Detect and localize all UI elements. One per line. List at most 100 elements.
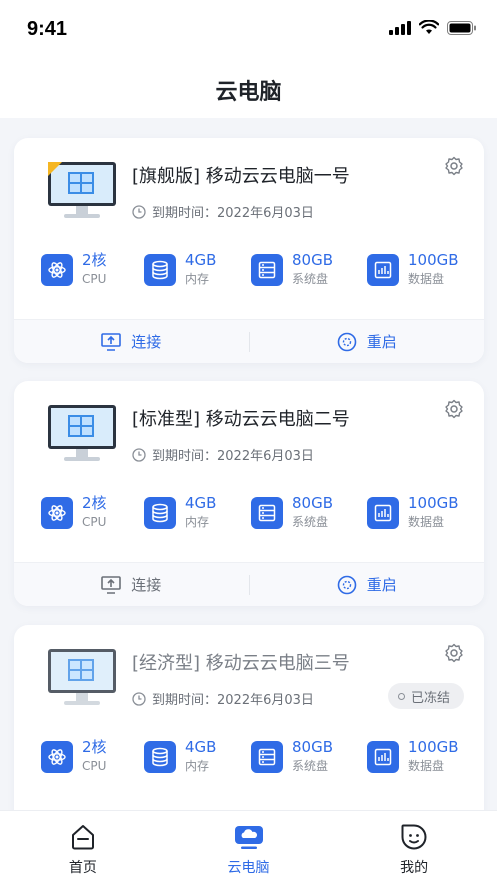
signal-icon <box>389 20 411 35</box>
spec-value: 80GB <box>292 494 334 512</box>
spec-value: 2核 <box>82 251 107 269</box>
restart-button[interactable]: 重启 <box>250 563 485 607</box>
spec-row: 2核 CPU 4GB 内存 80GB 系统盘 100GB 数据盘 <box>14 493 484 537</box>
spec-label: 系统盘 <box>292 759 329 773</box>
card-title: [旗舰版] 移动云云电脑一号 <box>132 166 350 187</box>
battery-icon <box>447 20 476 35</box>
spec-value: 4GB <box>185 738 217 756</box>
status-bar: 9:41 <box>0 0 497 62</box>
spec-label: CPU <box>82 515 107 529</box>
connect-label: 连接 <box>131 333 162 351</box>
spec-label: CPU <box>82 759 107 773</box>
connect-label: 连接 <box>131 576 162 594</box>
spec-value: 2核 <box>82 494 107 512</box>
clock-icon <box>132 691 146 706</box>
clock-icon <box>132 447 146 462</box>
spec-data-disk: 100GB 数据盘 <box>367 250 459 294</box>
cloud-pc-card[interactable]: [标准型] 移动云云电脑二号 到期时间：2022年6月03日 2核 CPU 4G… <box>14 381 484 606</box>
spec-data-disk: 100GB 数据盘 <box>367 737 459 781</box>
tab-profile[interactable]: 我的 <box>331 811 497 883</box>
restart-label: 重启 <box>366 333 397 351</box>
spec-system-disk: 80GB 系统盘 <box>251 737 333 781</box>
data-disk-icon <box>367 497 399 529</box>
spec-label: 系统盘 <box>292 515 329 529</box>
card-actions: 连接 重启 <box>14 562 484 606</box>
system-disk-icon <box>251 741 283 773</box>
spec-value: 4GB <box>185 251 217 269</box>
spec-label: 系统盘 <box>292 272 329 286</box>
cloud-pc-card[interactable]: [旗舰版] 移动云云电脑一号 到期时间：2022年6月03日 2核 CPU 4G… <box>14 138 484 363</box>
computer-icon <box>48 649 116 705</box>
expire-text: 到期时间：2022年6月03日 <box>152 693 314 708</box>
spec-cpu: 2核 CPU <box>41 737 107 781</box>
spec-cpu: 2核 CPU <box>41 250 107 294</box>
spec-label: 数据盘 <box>408 272 445 286</box>
connect-button[interactable]: 连接 <box>14 320 249 364</box>
tab-home[interactable]: 首页 <box>0 811 166 883</box>
card-title: [经济型] 移动云云电脑三号 <box>132 653 350 674</box>
gear-icon[interactable] <box>444 156 464 176</box>
spec-value: 100GB <box>408 738 459 756</box>
spec-cpu: 2核 CPU <box>41 493 107 537</box>
connect-icon <box>101 332 122 351</box>
card-title: [标准型] 移动云云电脑二号 <box>132 409 350 430</box>
connect-icon <box>101 575 122 594</box>
tab-label: 首页 <box>68 860 97 876</box>
spec-value: 80GB <box>292 251 334 269</box>
spec-label: 数据盘 <box>408 515 445 529</box>
status-badge-label: 已冻结 <box>410 690 450 706</box>
data-disk-icon <box>367 741 399 773</box>
spec-label: 内存 <box>185 272 210 286</box>
cloud-pc-card[interactable]: [经济型] 移动云云电脑三号 到期时间：2022年6月03日 已冻结 2核 CPU <box>14 625 484 810</box>
system-disk-icon <box>251 254 283 286</box>
restart-button[interactable]: 重启 <box>250 320 485 364</box>
expire-date: 到期时间：2022年6月03日 <box>132 689 314 708</box>
gear-icon[interactable] <box>444 643 464 663</box>
page-title: 云电脑 <box>215 80 282 105</box>
spec-value: 2核 <box>82 738 107 756</box>
spec-system-disk: 80GB 系统盘 <box>251 493 333 537</box>
spec-memory: 4GB 内存 <box>144 250 216 294</box>
restart-icon <box>337 575 357 594</box>
spec-value: 100GB <box>408 494 459 512</box>
memory-icon <box>144 497 176 529</box>
expire-date: 到期时间：2022年6月03日 <box>132 202 314 221</box>
computer-icon <box>48 405 116 461</box>
nav-bar: 云电脑 <box>0 62 497 118</box>
spec-value: 80GB <box>292 738 334 756</box>
memory-icon <box>144 741 176 773</box>
expire-date: 到期时间：2022年6月03日 <box>132 445 314 464</box>
expire-text: 到期时间：2022年6月03日 <box>152 206 314 221</box>
data-disk-icon <box>367 254 399 286</box>
spec-memory: 4GB 内存 <box>144 737 216 781</box>
cloud-pc-list[interactable]: [旗舰版] 移动云云电脑一号 到期时间：2022年6月03日 2核 CPU 4G… <box>0 118 497 810</box>
tab-cloud-pc[interactable]: 云电脑 <box>166 811 332 883</box>
restart-label: 重启 <box>366 576 397 594</box>
spec-label: 内存 <box>185 515 210 529</box>
spec-label: CPU <box>82 272 107 286</box>
spec-memory: 4GB 内存 <box>144 493 216 537</box>
spec-label: 内存 <box>185 759 210 773</box>
cloud-pc-icon <box>234 826 263 849</box>
tab-label: 我的 <box>400 860 429 876</box>
system-disk-icon <box>251 497 283 529</box>
clock-icon <box>132 204 146 219</box>
status-badge: 已冻结 <box>387 683 464 709</box>
wifi-icon <box>419 20 439 34</box>
tab-label: 云电脑 <box>227 860 270 876</box>
cpu-icon <box>41 254 73 286</box>
spec-value: 100GB <box>408 251 459 269</box>
spec-system-disk: 80GB 系统盘 <box>251 250 333 294</box>
spec-label: 数据盘 <box>408 759 445 773</box>
home-icon <box>71 825 94 850</box>
spec-row: 2核 CPU 4GB 内存 80GB 系统盘 100GB 数据盘 <box>14 250 484 294</box>
connect-button[interactable]: 连接 <box>14 563 249 607</box>
memory-icon <box>144 254 176 286</box>
spec-data-disk: 100GB 数据盘 <box>367 493 459 537</box>
restart-icon <box>337 332 357 351</box>
cpu-icon <box>41 497 73 529</box>
profile-icon <box>401 824 427 850</box>
gear-icon[interactable] <box>444 399 464 419</box>
tab-bar: 首页 云电脑 我的 <box>0 810 497 883</box>
computer-icon <box>48 162 116 218</box>
